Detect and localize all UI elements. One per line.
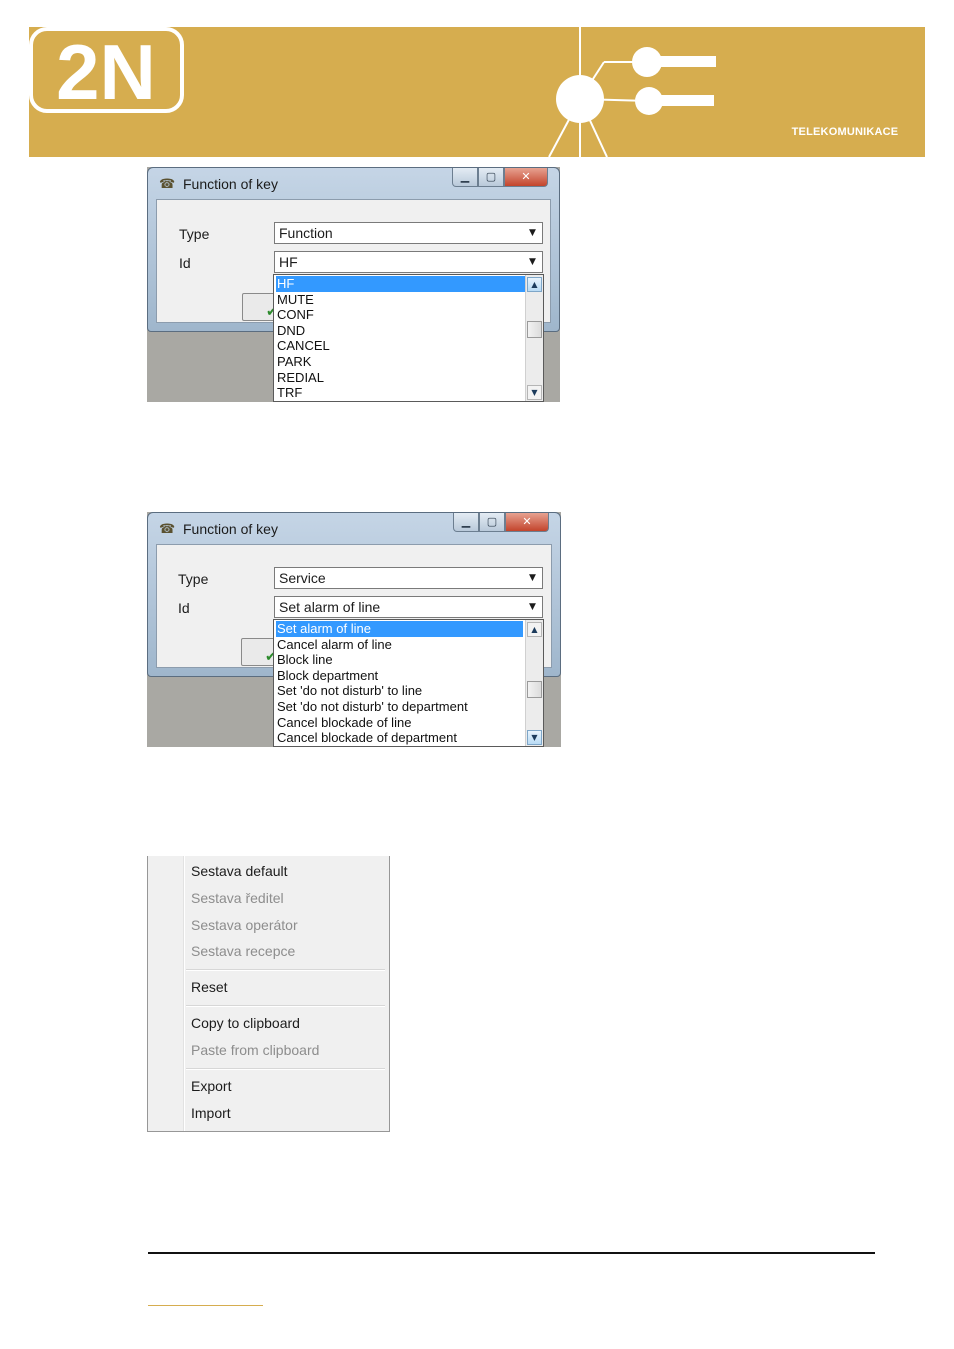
- chevron-down-icon[interactable]: ▼: [524, 569, 541, 587]
- svg-text:2N: 2N: [56, 28, 156, 113]
- menu-item-copy-to-clipboard[interactable]: Copy to clipboard: [191, 1015, 300, 1031]
- id-dropdown-list[interactable]: HF MUTE CONF DND CANCEL PARK REDIAL TRF …: [273, 274, 544, 402]
- id-label: Id: [178, 600, 190, 616]
- menu-item-sestava-default[interactable]: Sestava default: [191, 863, 288, 879]
- minimize-icon[interactable]: ▁: [452, 168, 478, 187]
- menu-separator: [186, 969, 385, 971]
- list-item[interactable]: MUTE: [276, 292, 314, 308]
- footer-link-underline[interactable]: [148, 1305, 263, 1306]
- logo-subtitle: TELEKOMUNIKACE: [791, 126, 899, 138]
- list-item[interactable]: CONF: [276, 307, 314, 323]
- type-value: Service: [279, 570, 326, 586]
- dialog-title: Function of key: [183, 521, 278, 537]
- id-label: Id: [179, 255, 191, 271]
- scroll-up-icon[interactable]: ▲: [527, 277, 542, 292]
- close-icon[interactable]: ✕: [505, 513, 549, 532]
- scrollbar[interactable]: ▲ ▼: [525, 620, 543, 746]
- scroll-down-icon[interactable]: ▼: [527, 385, 542, 400]
- maximize-icon[interactable]: ▢: [479, 513, 505, 532]
- id-value: HF: [279, 254, 298, 270]
- scrollbar-thumb[interactable]: [527, 681, 542, 698]
- dialog-title: Function of key: [183, 176, 278, 192]
- function-of-key-dialog-function: ☎ Function of key ▁ ▢ ✕ Type Function ▼ …: [147, 167, 560, 402]
- phone-icon: ☎: [159, 177, 176, 192]
- scrollbar[interactable]: ▲ ▼: [525, 275, 543, 401]
- list-item[interactable]: Set 'do not disturb' to department: [276, 699, 468, 715]
- list-item[interactable]: DND: [276, 323, 305, 339]
- menu-item-reset[interactable]: Reset: [191, 979, 228, 995]
- menu-separator: [186, 1005, 385, 1007]
- list-item[interactable]: Set 'do not disturb' to line: [276, 683, 422, 699]
- menu-item-sestava-reditel[interactable]: Sestava ředitel: [191, 890, 284, 906]
- close-icon[interactable]: ✕: [504, 168, 548, 187]
- menu-separator: [186, 1068, 385, 1070]
- list-item[interactable]: HF: [276, 276, 525, 292]
- type-label: Type: [179, 226, 210, 242]
- 2n-logo: 2N: [29, 27, 184, 113]
- list-item[interactable]: TRF: [276, 385, 302, 401]
- header-banner: 2N TELEKOMUNIKACE: [29, 27, 925, 157]
- id-select[interactable]: Set alarm of line ▼: [274, 596, 543, 618]
- menu-item-paste-from-clipboard[interactable]: Paste from clipboard: [191, 1042, 319, 1058]
- menu-item-sestava-recepce[interactable]: Sestava recepce: [191, 943, 295, 959]
- function-of-key-dialog-service: ☎ Function of key ▁ ▢ ✕ Type Service ▼ I…: [147, 512, 561, 747]
- maximize-icon[interactable]: ▢: [478, 168, 504, 187]
- type-select[interactable]: Function ▼: [274, 222, 543, 244]
- list-item[interactable]: PARK: [276, 354, 311, 370]
- type-label: Type: [178, 571, 209, 587]
- list-item[interactable]: Cancel blockade of department: [276, 730, 457, 746]
- phone-icon: ☎: [159, 522, 176, 537]
- list-item[interactable]: REDIAL: [276, 370, 324, 386]
- scroll-up-icon[interactable]: ▲: [527, 622, 542, 637]
- scrollbar-thumb[interactable]: [527, 321, 542, 338]
- chevron-down-icon[interactable]: ▼: [524, 224, 541, 242]
- list-item[interactable]: Block line: [276, 652, 333, 668]
- id-dropdown-list[interactable]: Set alarm of line Cancel alarm of line B…: [273, 619, 544, 747]
- type-value: Function: [279, 225, 333, 241]
- type-select[interactable]: Service ▼: [274, 567, 543, 589]
- context-menu: Sestava default Sestava ředitel Sestava …: [147, 856, 390, 1132]
- list-item[interactable]: CANCEL: [276, 338, 330, 354]
- list-item[interactable]: Cancel blockade of line: [276, 715, 411, 731]
- menu-item-sestava-operator[interactable]: Sestava operátor: [191, 917, 298, 933]
- scroll-down-icon[interactable]: ▼: [527, 730, 542, 745]
- chevron-down-icon[interactable]: ▼: [524, 598, 541, 616]
- list-item[interactable]: Cancel alarm of line: [276, 637, 392, 653]
- menu-item-export[interactable]: Export: [191, 1078, 231, 1094]
- list-item[interactable]: Block department: [276, 668, 378, 684]
- menu-icon-gutter: [183, 856, 185, 1131]
- list-item[interactable]: Set alarm of line: [276, 621, 523, 637]
- id-value: Set alarm of line: [279, 599, 381, 615]
- id-select[interactable]: HF ▼: [274, 251, 543, 273]
- footer-divider: [148, 1252, 875, 1254]
- menu-item-import[interactable]: Import: [191, 1105, 231, 1121]
- chevron-down-icon[interactable]: ▼: [524, 253, 541, 271]
- minimize-icon[interactable]: ▁: [453, 513, 479, 532]
